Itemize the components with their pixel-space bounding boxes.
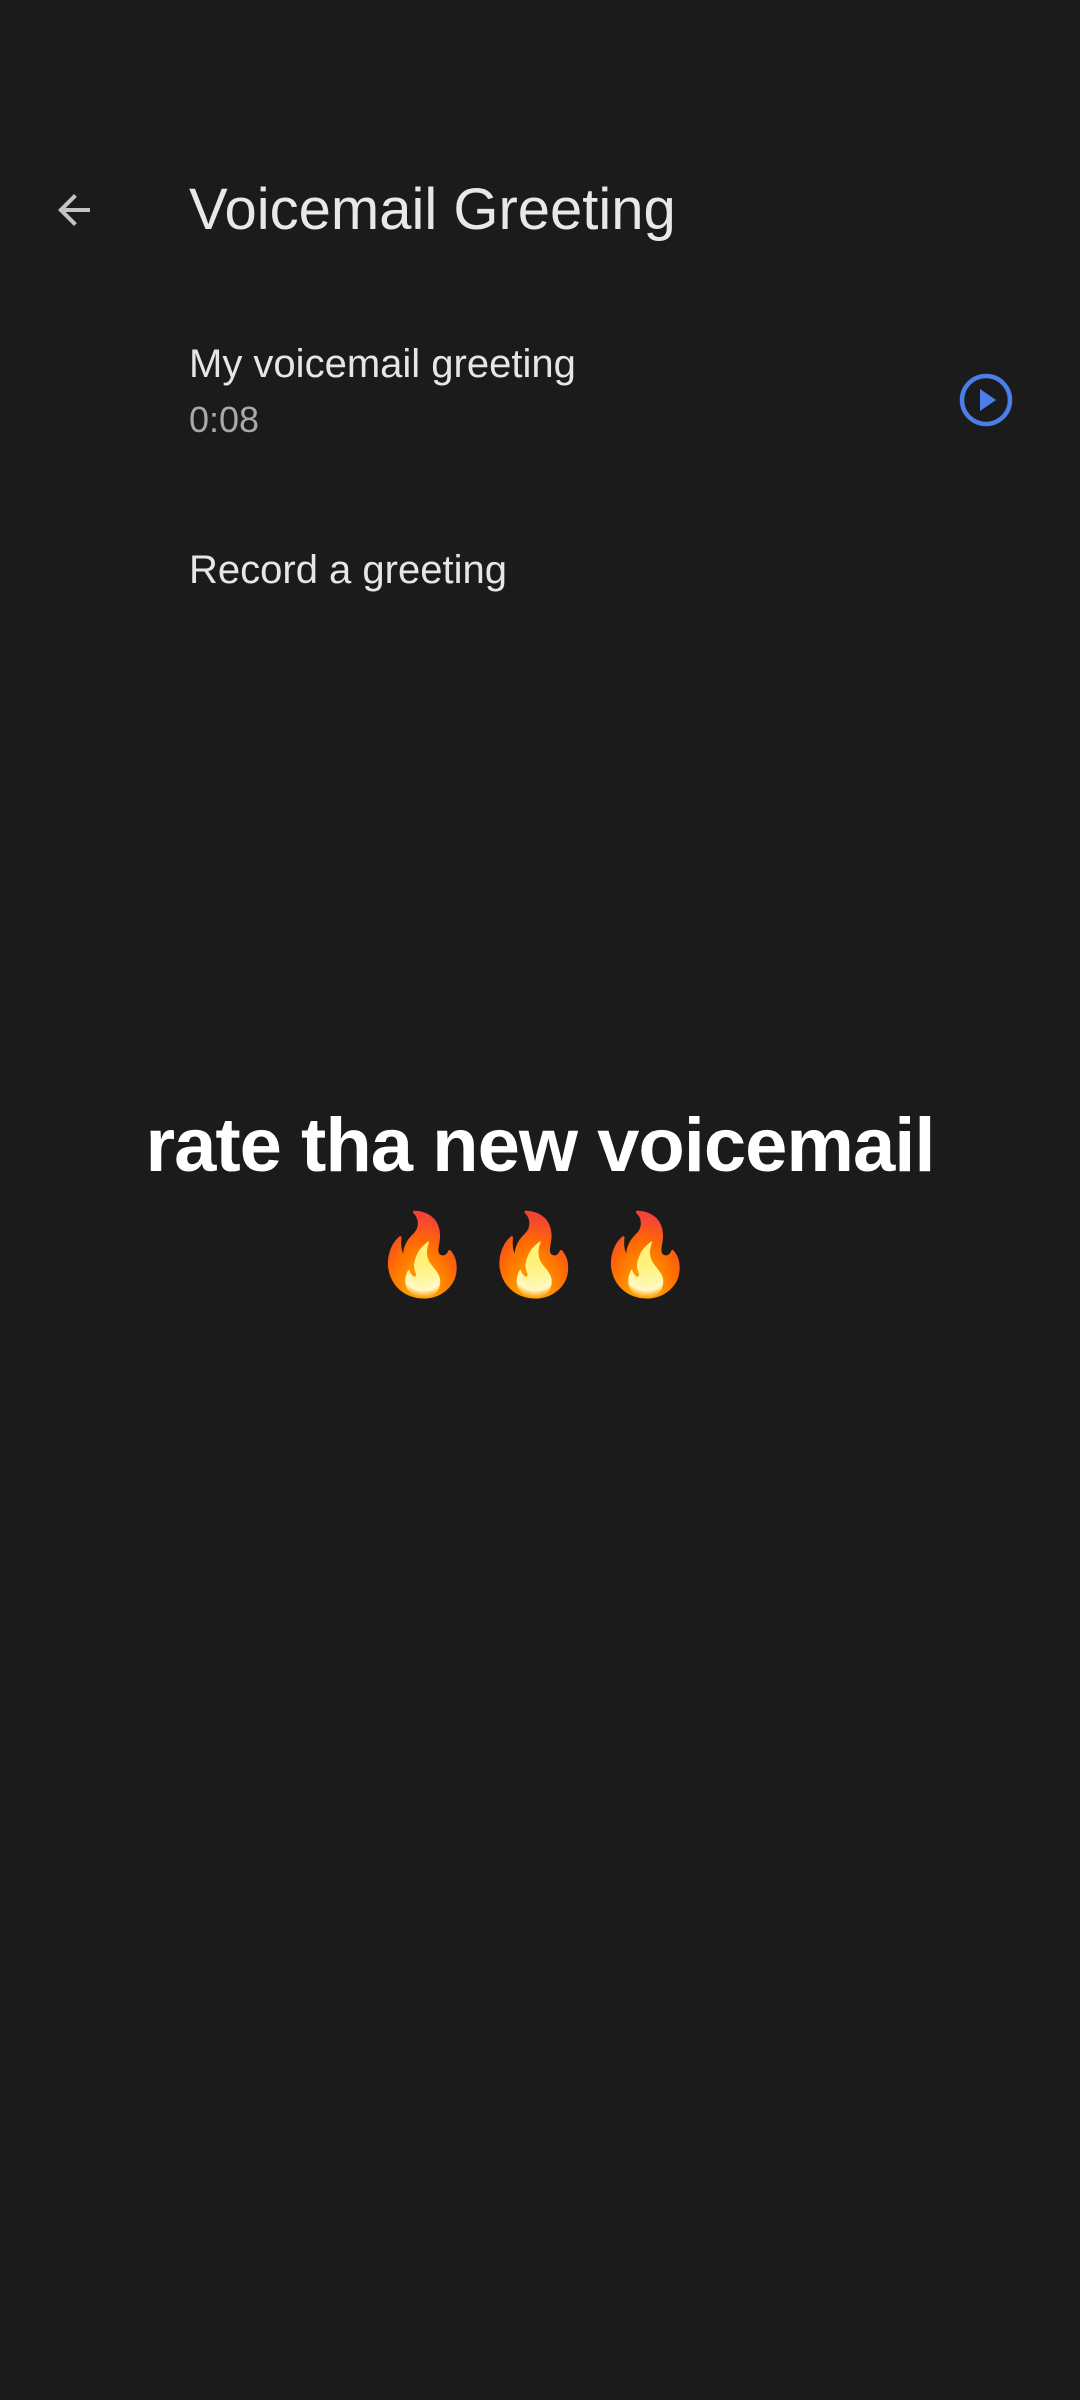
arrow-back-icon bbox=[58, 194, 90, 226]
back-button[interactable] bbox=[34, 170, 114, 250]
page-title: Voicemail Greeting bbox=[189, 177, 676, 242]
greeting-title: My voicemail greeting bbox=[189, 342, 576, 386]
app-bar: Voicemail Greeting bbox=[0, 160, 1080, 260]
greeting-duration: 0:08 bbox=[189, 399, 260, 440]
play-circle-icon bbox=[959, 373, 1013, 427]
fire-emoji-icon: 🔥🔥🔥 bbox=[372, 1210, 708, 1299]
list-item-my-greeting[interactable]: My voicemail greeting 0:08 bbox=[0, 330, 1080, 460]
play-button[interactable] bbox=[950, 364, 1022, 436]
record-greeting-item[interactable]: Record a greeting bbox=[0, 530, 1080, 610]
record-greeting-label: Record a greeting bbox=[189, 548, 507, 592]
caption-text: rate tha new voicemail bbox=[145, 1103, 936, 1188]
